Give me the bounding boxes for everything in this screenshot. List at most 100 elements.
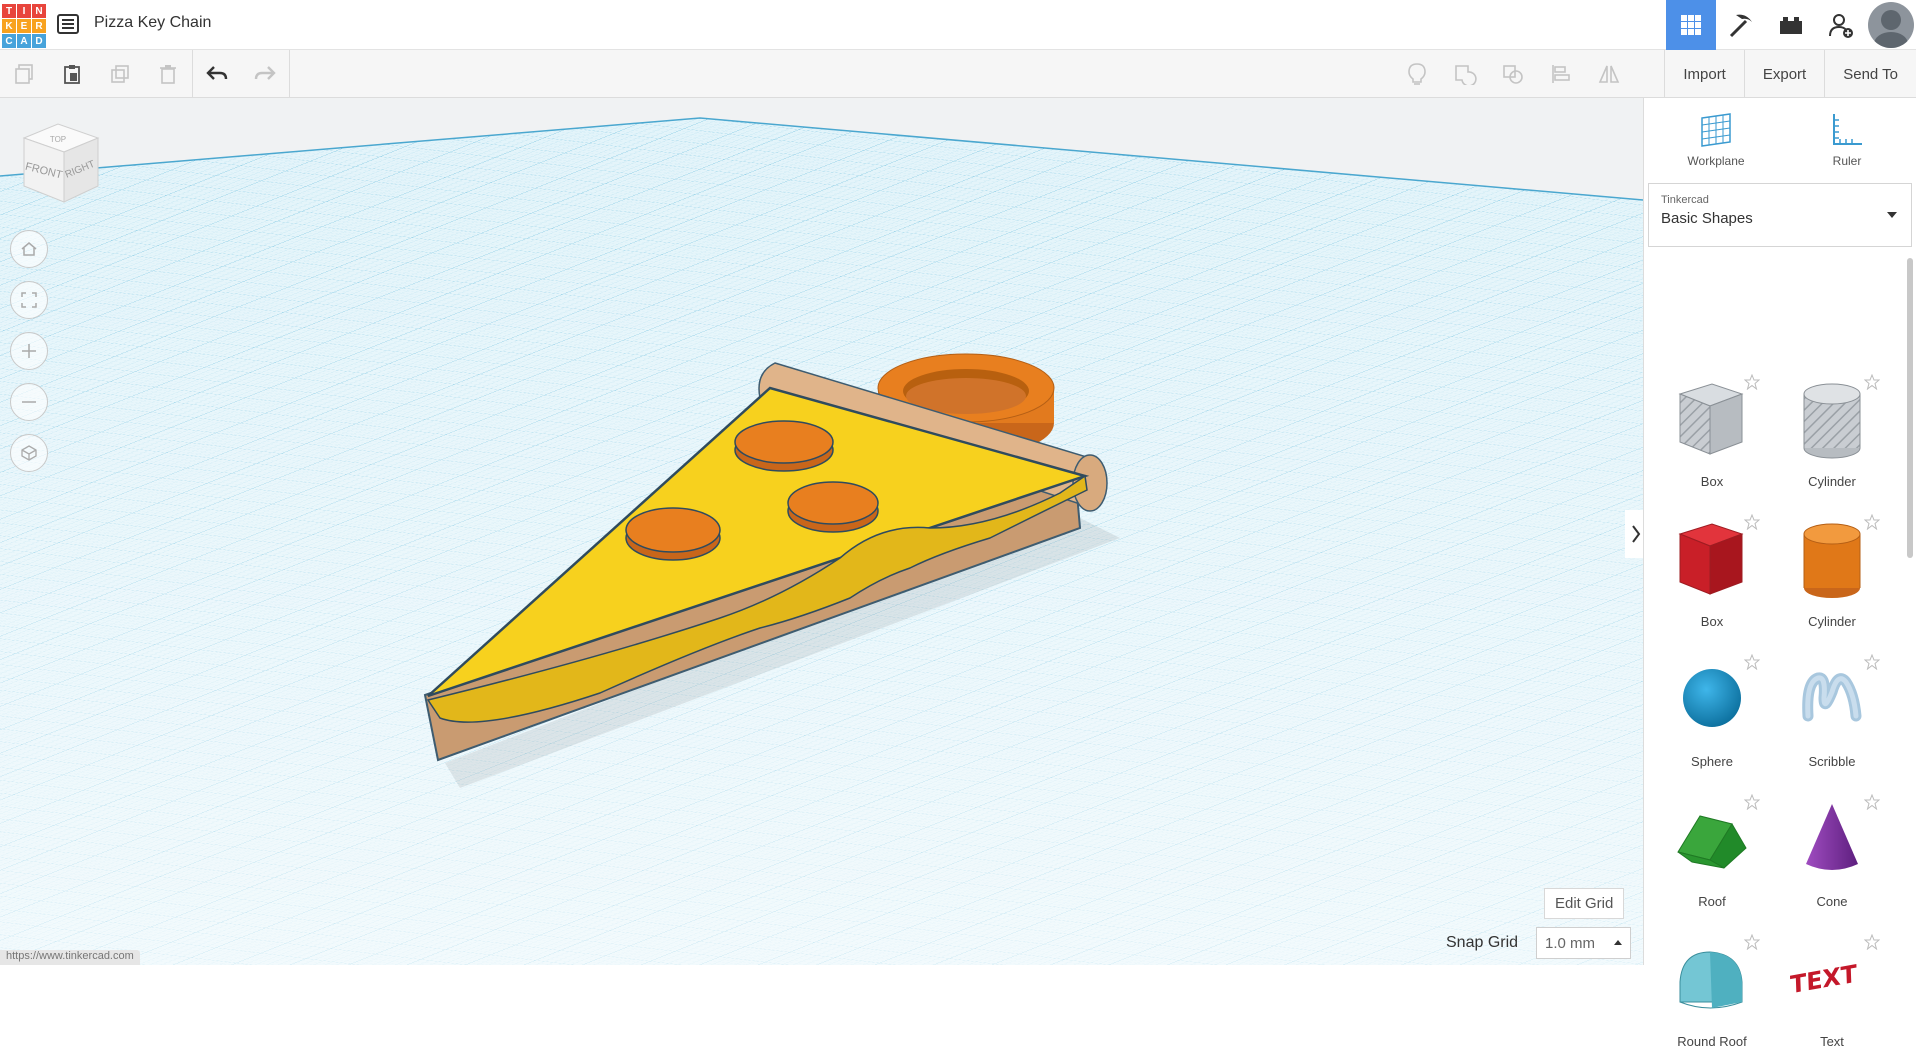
logo-letter: C [2,34,16,48]
design-list-icon[interactable] [56,12,80,36]
shape-box-hole[interactable]: Box [1652,362,1772,502]
snap-grid-select[interactable]: 1.0 mm [1536,927,1631,959]
favorite-star-icon [1744,794,1760,810]
shape-text[interactable]: TEXT Text [1772,922,1892,1062]
send-to-button[interactable]: Send To [1824,50,1916,98]
tinkercad-logo[interactable]: T I N K E R C A D [0,2,46,48]
favorite-star-icon [1864,514,1880,530]
document-title[interactable]: Pizza Key Chain [94,14,211,32]
logo-letter: N [32,4,46,18]
fit-all-icon [21,292,37,308]
shape-scribble[interactable]: Scribble [1772,642,1892,782]
favorite-star-icon [1864,654,1880,670]
export-button[interactable]: Export [1743,50,1824,98]
shape-cylinder[interactable]: Cylinder [1772,502,1892,642]
home-icon [21,242,37,256]
shape-label: Round Roof [1677,1034,1747,1049]
redo-button[interactable] [241,50,289,98]
viewcube-top-label: TOP [50,135,66,144]
undo-button[interactable] [193,50,241,98]
delete-button[interactable] [144,50,192,98]
paste-button[interactable] [48,50,96,98]
paste-icon [64,65,80,84]
shape-label: Sphere [1691,754,1733,769]
shape-label: Roof [1698,894,1726,909]
workplane-label: Workplane [1687,154,1745,168]
group-button[interactable] [1441,50,1489,98]
ungroup-button[interactable] [1489,50,1537,98]
favorite-star-icon [1864,374,1880,390]
pepperoni [734,420,834,472]
shape-label: Cylinder [1808,614,1856,629]
shape-label: Scribble [1808,754,1856,769]
shape-actions [1393,50,1633,98]
favorite-star-icon [1744,374,1760,390]
user-avatar[interactable] [1868,2,1914,48]
shape-cylinder-hole[interactable]: Cylinder [1772,362,1892,502]
view-cube[interactable]: TOP FRONT RIGHT [14,120,104,215]
home-view-button[interactable] [10,230,48,268]
logo-letter: K [2,19,16,33]
shape-box[interactable]: Box [1652,502,1772,642]
shape-library-select[interactable]: Tinkercad Basic Shapes [1648,183,1912,247]
shape-round-roof[interactable]: Round Roof [1652,922,1772,1062]
blocks-pickaxe-button[interactable] [1716,0,1766,50]
logo-letter: A [17,34,31,48]
pepperoni [787,481,879,533]
toolbar-divider [289,50,290,98]
workplane-scene[interactable] [0,98,1643,965]
minus-icon [22,401,36,403]
logo-letter: T [2,4,16,18]
svg-text:TEXT: TEXT [1790,959,1858,999]
ruler-icon [1833,114,1862,145]
3d-workplane-canvas[interactable]: TOP FRONT RIGHT Edit Grid Snap Grid 1.0 … [0,98,1643,965]
import-button[interactable]: Import [1664,50,1744,98]
panel-scrollbar[interactable] [1907,258,1913,558]
bricks-button[interactable] [1766,0,1816,50]
shapes-panel: Workplane Ruler Tinkercad Basic Shapes B… [1643,98,1916,1049]
shape-label: Box [1700,614,1724,629]
library-name: Basic Shapes [1661,210,1753,227]
edit-toolbar: Import Export Send To [0,50,1916,98]
shape-cone[interactable]: Cone [1772,782,1892,922]
status-url: https://www.tinkercad.com [0,950,140,965]
show-all-button[interactable] [1393,50,1441,98]
zoom-out-button[interactable] [10,383,48,421]
caret-up-icon [1614,940,1622,945]
logo-letter: E [17,19,31,33]
ungroup-icon [1503,65,1523,84]
ruler-tool[interactable]: Ruler [1797,112,1897,168]
shape-label: Cone [1816,894,1848,909]
ruler-label: Ruler [1832,154,1862,168]
3d-design-view-button[interactable] [1666,0,1716,50]
favorite-star-icon [1744,514,1760,530]
mirror-icon [1598,65,1620,83]
edit-grid-button[interactable]: Edit Grid [1544,888,1625,919]
perspective-toggle-button[interactable] [10,434,48,472]
favorite-star-icon [1744,934,1760,950]
cube-perspective-icon [21,445,37,461]
copy-button[interactable] [0,50,48,98]
copy-icon [15,64,33,84]
shape-label: Cylinder [1808,474,1856,489]
workplane-tool[interactable]: Workplane [1666,112,1766,168]
pickaxe-icon [1729,14,1752,38]
top-bar: T I N K E R C A D Pizza Key Chain [0,0,1916,50]
undo-icon [206,66,228,80]
invite-user-button[interactable] [1816,0,1866,50]
favorite-star-icon [1744,654,1760,670]
mirror-button[interactable] [1585,50,1633,98]
shape-roof[interactable]: Roof [1652,782,1772,922]
favorite-star-icon [1864,934,1880,950]
shape-label: Text [1820,1034,1844,1049]
fit-view-button[interactable] [10,281,48,319]
plus-icon [22,344,36,358]
group-icon [1455,65,1477,85]
shape-sphere[interactable]: Sphere [1652,642,1772,782]
align-button[interactable] [1537,50,1585,98]
duplicate-icon [111,65,129,83]
lightbulb-icon [1408,63,1426,85]
edit-actions [0,50,290,98]
zoom-in-button[interactable] [10,332,48,370]
duplicate-button[interactable] [96,50,144,98]
